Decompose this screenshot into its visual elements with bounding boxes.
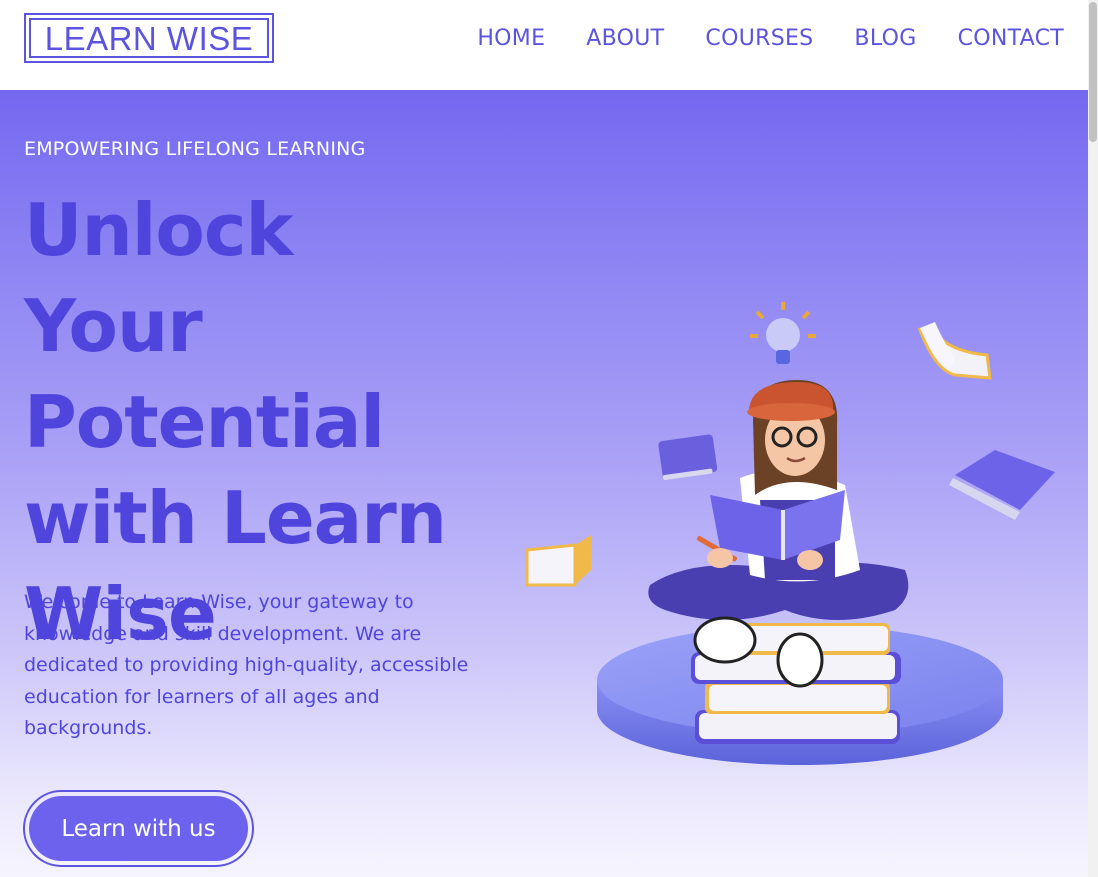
lightbulb-icon [750,302,816,364]
logo-text: LEARN WISE [29,18,269,58]
headline-line-3: with Learn [24,476,447,560]
cta-outline: Learn with us [23,790,254,867]
scrollbar[interactable] [1088,0,1098,877]
nav-link-home[interactable]: HOME [477,26,545,51]
headline-line-1: Unlock Your [24,188,293,368]
book-icon [917,322,992,380]
main-nav: HOME ABOUT COURSES BLOG CONTACT [477,26,1064,51]
hero-illustration [525,302,1055,765]
hero-eyebrow: EMPOWERING LIFELONG LEARNING [24,138,366,160]
scrollbar-thumb[interactable] [1089,2,1097,142]
book-icon [525,535,591,587]
site-logo[interactable]: LEARN WISE [24,13,274,63]
book-icon [949,450,1055,520]
nav-link-contact[interactable]: CONTACT [958,26,1064,51]
nav-link-courses[interactable]: COURSES [705,26,813,51]
hero-section: EMPOWERING LIFELONG LEARNING Unlock Your… [0,90,1088,877]
book-icon [658,434,718,481]
hero-intro: Welcome to Learn Wise, your gateway to k… [24,591,469,739]
headline-line-2: Potential [24,380,385,464]
nav-link-blog[interactable]: BLOG [854,26,916,51]
top-navbar: LEARN WISE HOME ABOUT COURSES BLOG CONTA… [0,0,1088,90]
learn-with-us-button[interactable]: Learn with us [29,796,248,861]
nav-link-about[interactable]: ABOUT [586,26,664,51]
